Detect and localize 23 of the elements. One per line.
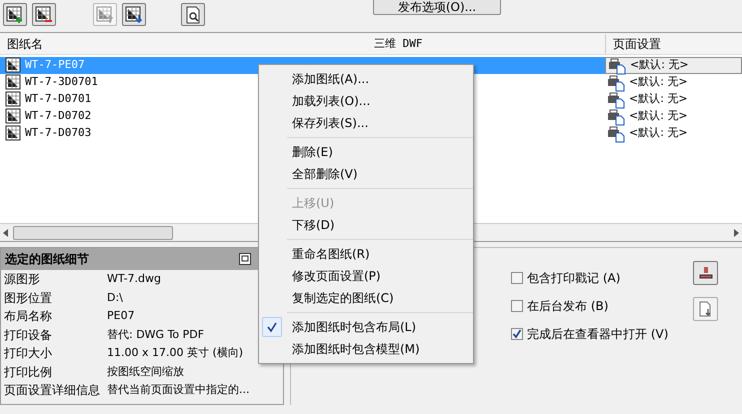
detail-value: 按图纸空间缩放 bbox=[107, 364, 184, 380]
detail-value: D:\ bbox=[107, 290, 123, 306]
checkbox-label: 完成后在查看器中打开 (V) bbox=[527, 326, 668, 343]
detail-label: 页面设置详细信息 bbox=[3, 382, 101, 400]
detail-value: 替代: DWG To PDF bbox=[107, 326, 204, 342]
detail-value: 替代当前页面设置中指定的... bbox=[107, 382, 250, 398]
checkbox-label: 包含打印戳记 (A) bbox=[527, 270, 620, 287]
page-setup-value: <默认: 无> bbox=[629, 91, 688, 108]
detail-value: PE07 bbox=[107, 308, 135, 324]
detail-value: WT-7.dwg bbox=[107, 271, 162, 287]
page-setup-value: <默认: 无> bbox=[630, 57, 689, 74]
detail-label: 打印比例 bbox=[3, 364, 53, 381]
detail-value: 11.00 x 17.00 英寸 (横向) bbox=[107, 345, 244, 361]
page-setup-value: <默认: 无> bbox=[629, 125, 688, 142]
detail-label: 打印大小 bbox=[3, 345, 53, 362]
details-title: 选定的图纸细节 bbox=[5, 251, 89, 268]
page-setup-value: <默认: 无> bbox=[629, 108, 688, 124]
detail-label: 打印设备 bbox=[3, 326, 53, 344]
checkbox-label: 在后台发布 (B) bbox=[527, 298, 608, 315]
detail-label: 图形位置 bbox=[3, 290, 53, 307]
page-setup-value: <默认: 无> bbox=[629, 74, 688, 90]
detail-label: 源图形 bbox=[3, 271, 41, 288]
detail-label: 布局名称 bbox=[3, 308, 53, 326]
